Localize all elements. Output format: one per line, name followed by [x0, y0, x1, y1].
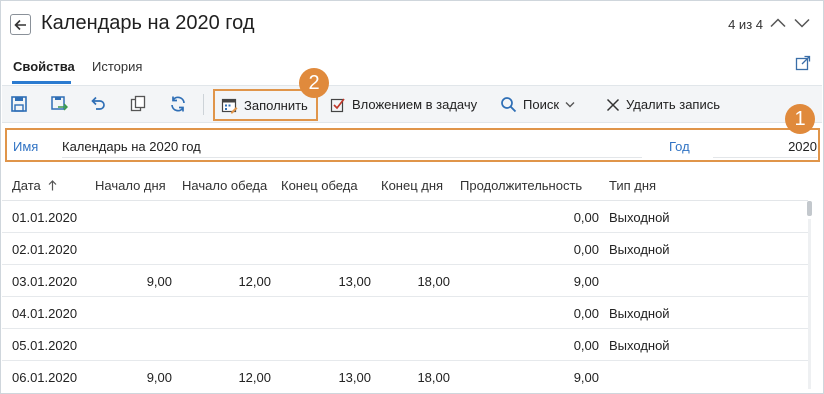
lunch-start-cell: 12,00: [238, 274, 271, 289]
chevron-down-icon: [794, 18, 810, 28]
record-pager: 4 из 4: [728, 17, 763, 32]
chevron-up-icon: [770, 18, 786, 28]
search-button[interactable]: Поиск: [500, 86, 575, 123]
column-header-day-type[interactable]: Тип дня: [609, 178, 656, 193]
callout-badge-2: 2: [299, 68, 329, 98]
column-header-lunch-end[interactable]: Конец обеда: [281, 178, 358, 193]
lunch-start-cell: 12,00: [238, 370, 271, 385]
day-type-cell: Выходной: [609, 242, 670, 257]
duration-cell: 0,00: [573, 338, 599, 353]
external-link-icon: [795, 55, 811, 71]
sort-ascending-icon: [48, 180, 57, 191]
close-icon: [606, 98, 620, 111]
fill-button-label: Заполнить: [244, 97, 308, 113]
date-cell: 04.01.2020: [12, 306, 78, 321]
table-row[interactable]: 04.01.2020 0,00 Выходной: [2, 297, 808, 329]
table-row[interactable]: 03.01.2020 9,00 12,00 13,00 18,00 9,00: [2, 265, 808, 297]
tab-properties[interactable]: Свойства: [13, 59, 75, 74]
scrollbar-thumb[interactable]: [807, 201, 812, 216]
toolbar-separator: [203, 94, 204, 115]
year-field[interactable]: 2020: [713, 139, 817, 158]
duration-cell: 0,00: [573, 210, 599, 225]
duration-cell: 9,00: [573, 370, 599, 385]
day-start-cell: 9,00: [146, 370, 172, 385]
scrollbar-track[interactable]: [808, 219, 811, 389]
next-record-button[interactable]: [793, 14, 811, 32]
day-type-cell: Выходной: [609, 338, 670, 353]
day-start-cell: 9,00: [146, 274, 172, 289]
date-cell: 05.01.2020: [12, 338, 78, 353]
open-in-new-window-button[interactable]: [795, 55, 811, 71]
table-row[interactable]: 01.01.2020 0,00 Выходной: [2, 201, 808, 233]
calendar-table: Дата Начало дня Начало обеда Конец обеда…: [2, 169, 808, 393]
column-header-day-start[interactable]: Начало дня: [95, 178, 166, 193]
table-row[interactable]: 05.01.2020 0,00 Выходной: [2, 329, 808, 361]
callout-badge-1: 1: [785, 104, 815, 134]
copy-icon[interactable]: [129, 95, 147, 113]
calendar-record-window: Календарь на 2020 год 4 из 4 Свойства Ис…: [0, 0, 824, 394]
attach-to-task-label: Вложением в задачу: [352, 97, 478, 112]
day-end-cell: 18,00: [417, 274, 450, 289]
duration-cell: 0,00: [573, 242, 599, 257]
date-cell: 06.01.2020: [12, 370, 78, 385]
date-cell: 01.01.2020: [12, 210, 78, 225]
active-tab-indicator: [12, 81, 71, 84]
search-label: Поиск: [523, 97, 560, 112]
name-label[interactable]: Имя: [13, 139, 38, 154]
undo-icon[interactable]: [89, 95, 107, 113]
toolbar: Заполнить Вложением в задачу Поиск Удали…: [2, 86, 822, 123]
day-type-cell: Выходной: [609, 306, 670, 321]
delete-record-label: Удалить запись: [626, 97, 721, 112]
refresh-icon[interactable]: [169, 95, 187, 113]
duration-cell: 9,00: [573, 274, 599, 289]
page-title: Календарь на 2020 год: [41, 12, 255, 34]
year-label[interactable]: Год: [669, 139, 690, 154]
lunch-end-cell: 13,00: [338, 370, 371, 385]
fill-button[interactable]: Заполнить: [213, 89, 318, 121]
search-icon: [501, 97, 517, 113]
column-header-duration[interactable]: Продолжительность: [460, 178, 582, 193]
day-type-cell: Выходной: [609, 210, 670, 225]
calendar-fill-icon: [221, 98, 238, 113]
table-row[interactable]: 06.01.2020 9,00 12,00 13,00 18,00 9,00: [2, 361, 808, 393]
name-field[interactable]: Календарь на 2020 год: [62, 139, 642, 158]
chevron-down-icon: [565, 102, 575, 108]
delete-record-button[interactable]: Удалить запись: [606, 86, 720, 123]
tab-history[interactable]: История: [92, 59, 142, 74]
task-checkbox-icon: [330, 97, 345, 112]
back-button[interactable]: [10, 14, 31, 35]
table-row[interactable]: 02.01.2020 0,00 Выходной: [2, 233, 808, 265]
save-icon[interactable]: [10, 95, 28, 113]
attach-to-task-button[interactable]: Вложением в задачу: [330, 86, 477, 123]
record-fields-row: Имя Календарь на 2020 год Год 2020: [5, 128, 820, 162]
lunch-end-cell: 13,00: [338, 274, 371, 289]
column-header-day-end[interactable]: Конец дня: [381, 178, 443, 193]
column-header-lunch-start[interactable]: Начало обеда: [182, 178, 267, 193]
arrow-left-icon: [14, 19, 26, 30]
column-header-date-label: Дата: [12, 178, 41, 193]
date-cell: 02.01.2020: [12, 242, 78, 257]
day-end-cell: 18,00: [417, 370, 450, 385]
save-and-close-icon[interactable]: [50, 95, 69, 113]
table-header: Дата Начало дня Начало обеда Конец обеда…: [2, 169, 808, 201]
table-scrollbar[interactable]: [807, 201, 813, 389]
column-header-date[interactable]: Дата: [12, 178, 57, 193]
duration-cell: 0,00: [573, 306, 599, 321]
previous-record-button[interactable]: [769, 14, 787, 32]
date-cell: 03.01.2020: [12, 274, 78, 289]
